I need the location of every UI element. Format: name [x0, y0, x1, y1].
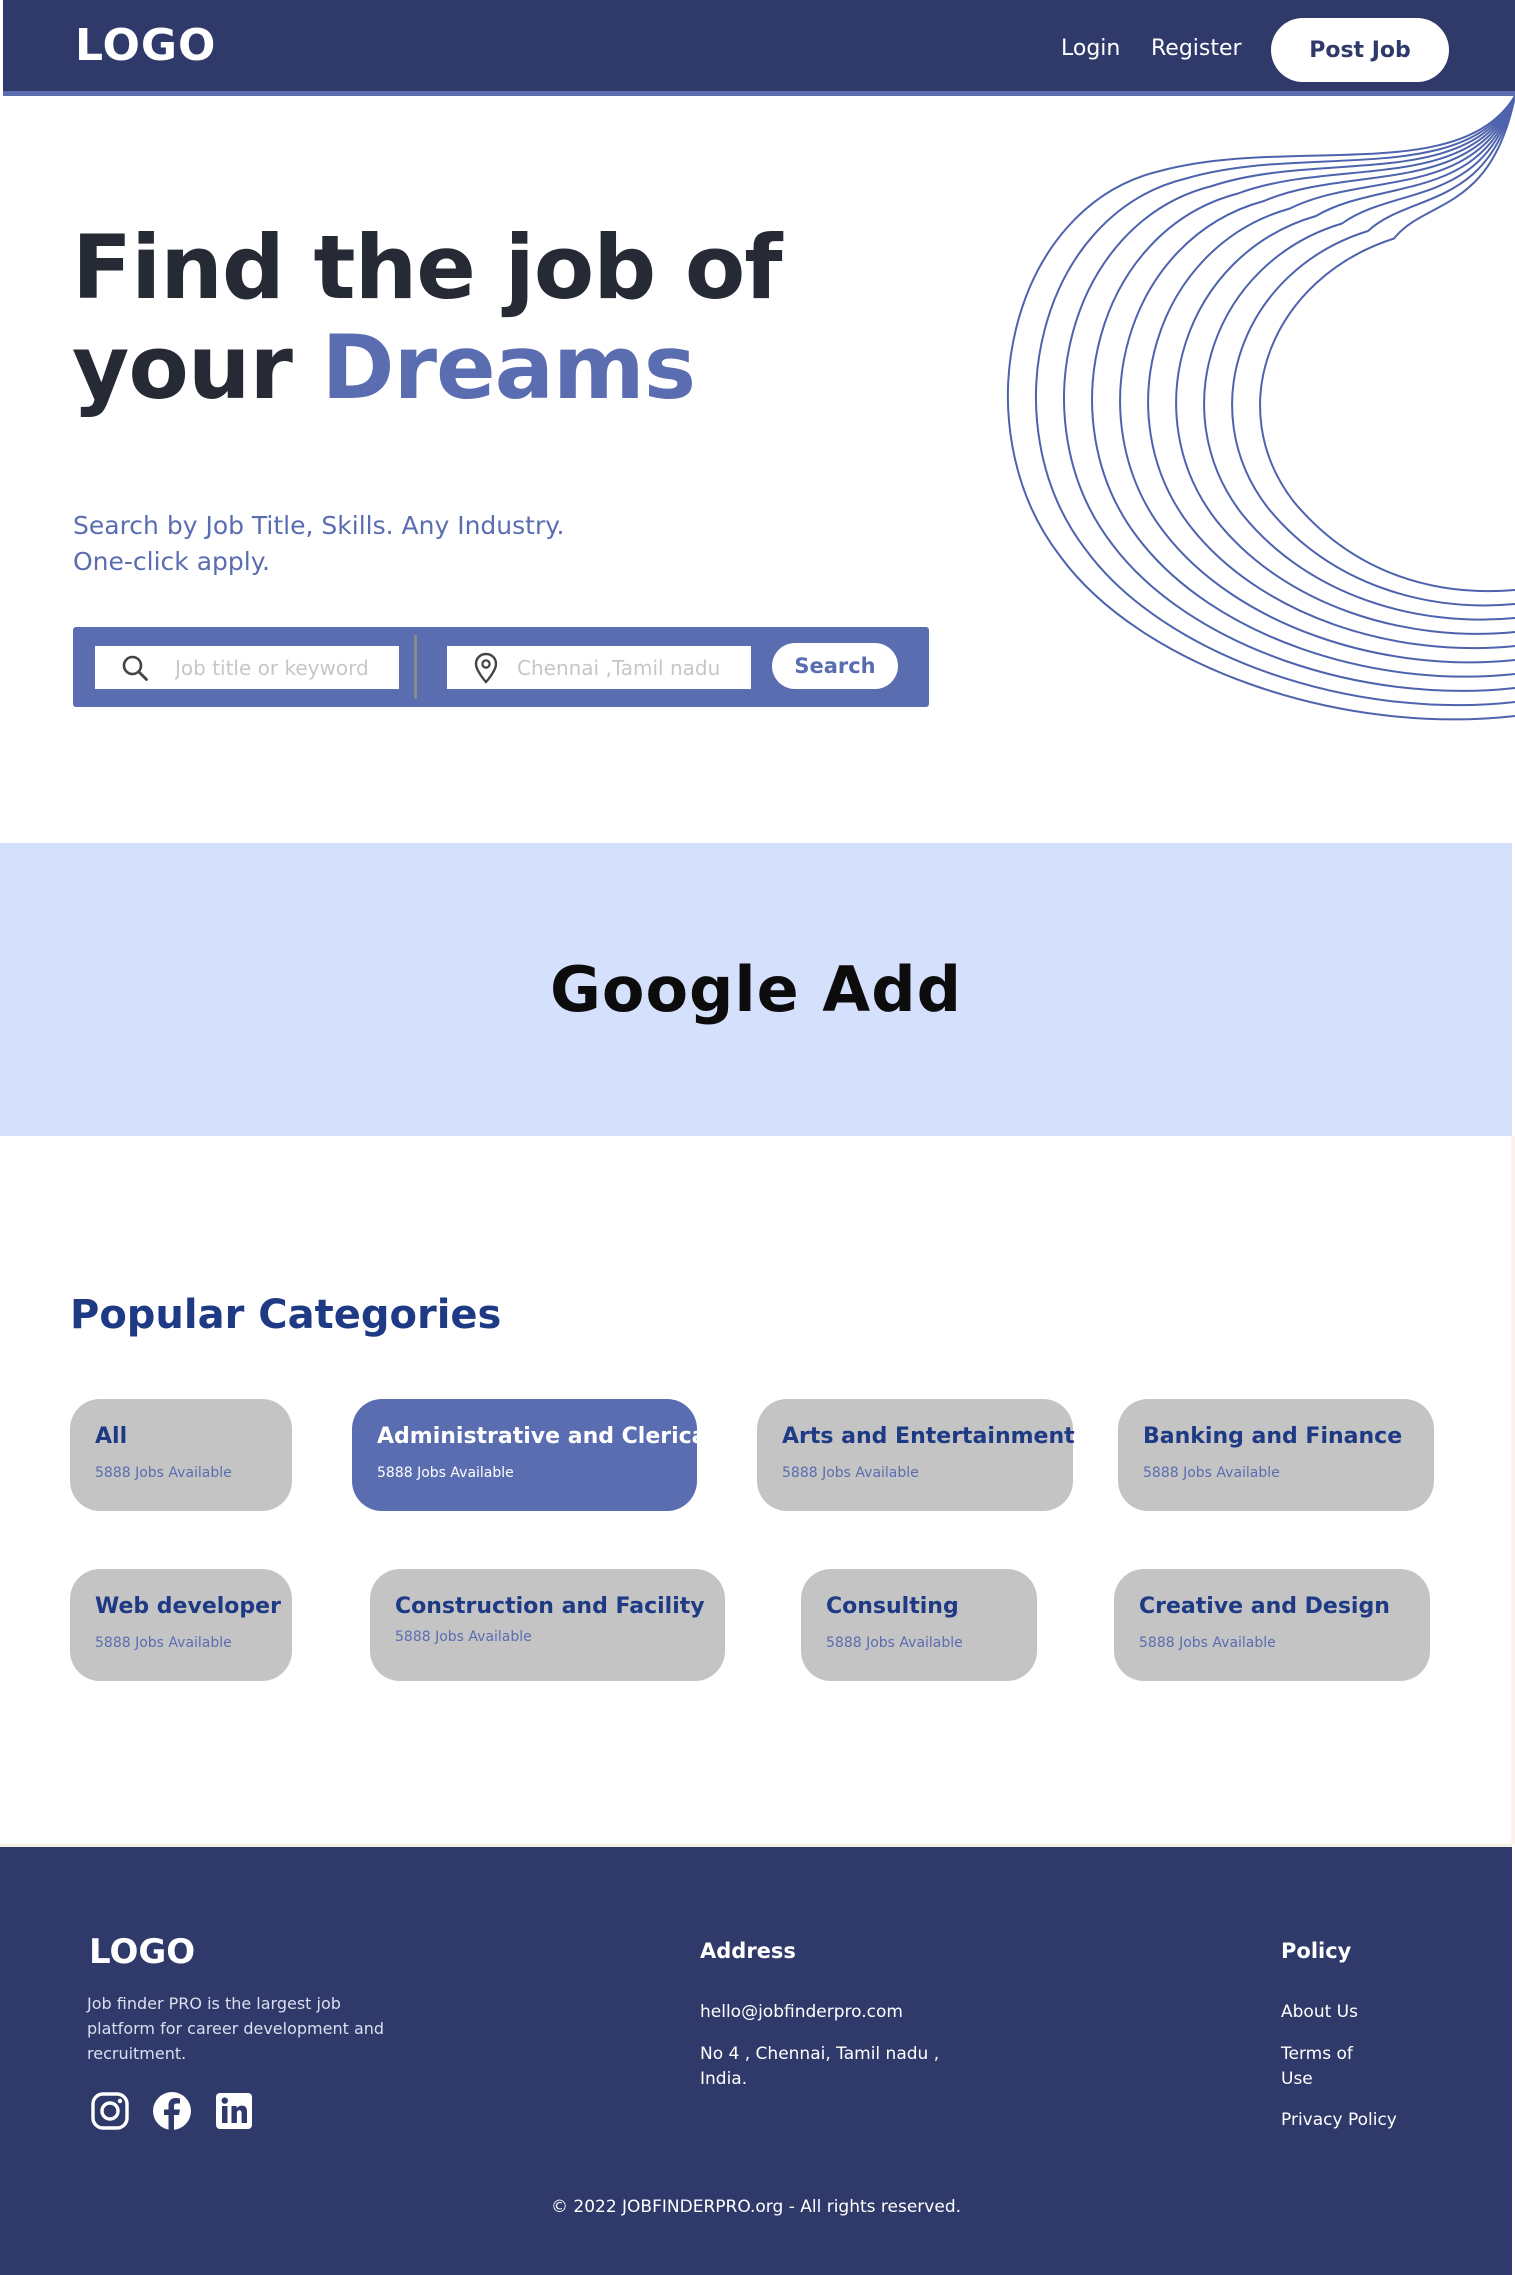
- hero-subtitle-line2: One-click apply.: [73, 547, 270, 576]
- category-count: 5888 Jobs Available: [95, 1465, 232, 1481]
- hero-subtitle-line1: Search by Job Title, Skills. Any Industr…: [73, 511, 565, 540]
- search-divider: [414, 635, 417, 699]
- hero-subtitle: Search by Job Title, Skills. Any Industr…: [73, 508, 633, 580]
- wave-line: [1063, 96, 1515, 692]
- category-card-consulting[interactable]: Consulting 5888 Jobs Available: [801, 1569, 1037, 1681]
- footer-description: Job finder PRO is the largest job platfo…: [87, 1994, 385, 2063]
- category-card-arts[interactable]: Arts and Entertainment 5888 Jobs Availab…: [757, 1399, 1075, 1511]
- login-link[interactable]: Login: [1061, 36, 1120, 61]
- category-name: All: [95, 1424, 128, 1449]
- footer-address-heading: Address: [700, 1939, 796, 1963]
- wave-line: [1035, 96, 1515, 707]
- footer-email[interactable]: hello@jobfinderpro.com: [700, 2000, 903, 2025]
- instagram-icon[interactable]: [90, 2091, 130, 2131]
- site-footer: LOGO Job finder PRO is the largest job p…: [0, 1844, 1512, 2275]
- category-count: 5888 Jobs Available: [95, 1635, 232, 1651]
- category-count: 5888 Jobs Available: [377, 1465, 514, 1481]
- facebook-icon[interactable]: [152, 2091, 192, 2131]
- location-pin-icon: [474, 652, 498, 684]
- footer-logo[interactable]: LOGO: [89, 1932, 195, 1972]
- footer-privacy-link[interactable]: Privacy Policy: [1281, 2108, 1397, 2133]
- category-name: Web developer: [95, 1594, 281, 1619]
- footer-copyright: © 2022 JOBFINDERPRO.org - All rights res…: [550, 2197, 962, 2217]
- footer-policy-heading: Policy: [1281, 1939, 1352, 1963]
- category-count: 5888 Jobs Available: [826, 1635, 963, 1651]
- hero-title-accent: Dreams: [321, 316, 697, 419]
- category-name: Banking and Finance: [1143, 1424, 1403, 1449]
- hero-title-prefix: your: [72, 316, 322, 419]
- ad-text: Google Add: [549, 953, 963, 1026]
- decorative-wave-lines: [1007, 96, 1515, 721]
- footer-address-line1: No 4 , Chennai, Tamil nadu ,: [700, 2044, 940, 2064]
- category-count: 5888 Jobs Available: [1139, 1635, 1276, 1651]
- hero-title-line2: your Dreams: [72, 318, 782, 418]
- category-card-construction[interactable]: Construction and Facility 5888 Jobs Avai…: [370, 1569, 725, 1681]
- wave-line: [1147, 96, 1515, 650]
- register-link[interactable]: Register: [1151, 36, 1242, 61]
- location-field[interactable]: [447, 646, 751, 689]
- site-header: LOGO Login Register Post Job: [3, 0, 1515, 96]
- job-search-bar: Search: [73, 627, 929, 707]
- category-count: 5888 Jobs Available: [1143, 1465, 1280, 1481]
- popular-categories-title: Popular Categories: [70, 1292, 502, 1338]
- hero-title-line1: Find the job of: [72, 216, 783, 319]
- footer-terms-link[interactable]: Terms of Use: [1281, 2042, 1353, 2092]
- wave-line: [1007, 96, 1515, 721]
- wave-line: [1203, 96, 1515, 621]
- category-card-administrative[interactable]: Administrative and Clerical 5888 Jobs Av…: [352, 1399, 715, 1511]
- hero-title: Find the job of your Dreams: [72, 216, 783, 418]
- category-card-web-developer[interactable]: Web developer 5888 Jobs Available: [70, 1569, 292, 1681]
- keyword-field[interactable]: [95, 646, 399, 689]
- category-name: Administrative and Clerical: [377, 1424, 715, 1449]
- footer-about-link[interactable]: About Us: [1281, 2000, 1358, 2025]
- footer-terms-line2: Use: [1281, 2069, 1313, 2089]
- search-button[interactable]: Search: [772, 643, 898, 689]
- ad-banner[interactable]: Google Add: [0, 843, 1512, 1136]
- footer-address-line2: India.: [700, 2069, 748, 2089]
- search-icon: [122, 655, 148, 681]
- category-count: 5888 Jobs Available: [395, 1629, 532, 1645]
- category-name: Arts and Entertainment: [782, 1424, 1075, 1449]
- header-logo[interactable]: LOGO: [75, 20, 216, 71]
- post-job-button[interactable]: Post Job: [1271, 18, 1449, 82]
- footer-terms-line1: Terms of: [1281, 2044, 1353, 2064]
- category-count: 5888 Jobs Available: [782, 1465, 919, 1481]
- category-name: Construction and Facility: [395, 1594, 705, 1619]
- location-input[interactable]: [517, 655, 747, 680]
- keyword-input[interactable]: [175, 655, 385, 680]
- category-card-banking[interactable]: Banking and Finance 5888 Jobs Available: [1118, 1399, 1434, 1511]
- right-edge-strip: [1511, 1136, 1515, 1844]
- category-card-all[interactable]: All 5888 Jobs Available: [70, 1399, 292, 1511]
- category-card-creative[interactable]: Creative and Design 5888 Jobs Available: [1114, 1569, 1430, 1681]
- category-name: Consulting: [826, 1594, 959, 1619]
- category-name: Creative and Design: [1139, 1594, 1390, 1619]
- wave-line: [1175, 96, 1515, 635]
- linkedin-icon[interactable]: [214, 2091, 254, 2131]
